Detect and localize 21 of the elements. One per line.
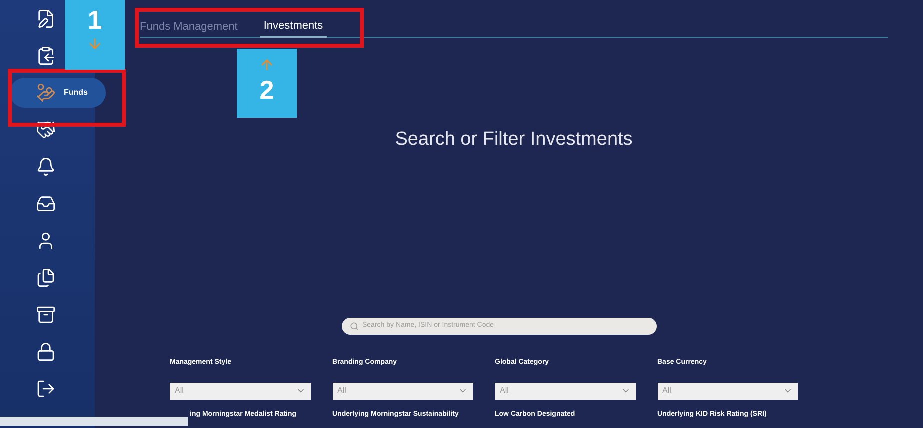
clipboard-icon [36, 46, 56, 66]
edit-icon [36, 9, 56, 29]
callout-badge: 2 [237, 49, 297, 118]
logout-icon [36, 379, 56, 399]
bell-icon [36, 157, 56, 177]
archive-icon [36, 305, 56, 325]
filter-dropdown[interactable]: All [332, 382, 473, 400]
sidebar-item[interactable]: Funds [10, 78, 106, 108]
files-icon [36, 268, 56, 288]
search-icon [350, 322, 358, 330]
tab[interactable]: Investments [260, 16, 328, 38]
filter-dropdown[interactable]: All [170, 382, 310, 400]
hand-coins-icon [36, 83, 56, 103]
tab[interactable]: Funds Management [140, 16, 238, 38]
lock-icon [36, 342, 56, 362]
tray-icon [36, 194, 56, 214]
filter-dropdown[interactable]: All [658, 382, 798, 400]
callout-badge: 1 [65, 0, 125, 70]
filter-dropdown[interactable]: All [495, 382, 636, 400]
page-title: Search or Filter Investments [395, 128, 633, 152]
handshake-icon [36, 120, 56, 140]
